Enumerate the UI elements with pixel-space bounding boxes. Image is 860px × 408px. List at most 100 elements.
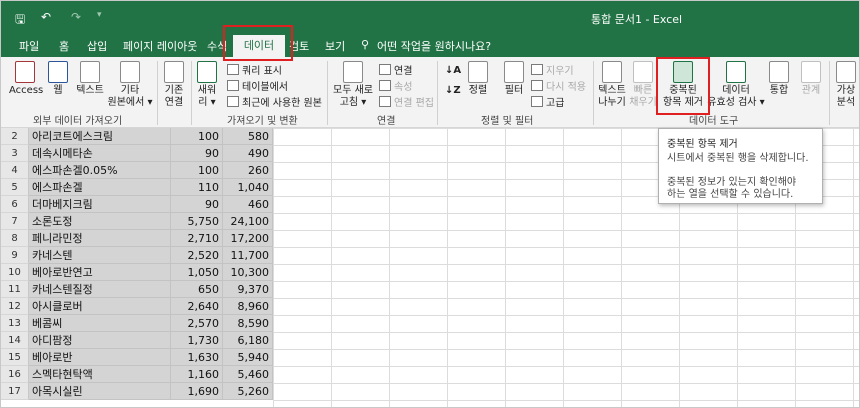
tell-me-box[interactable]: 어떤 작업을 원하시나요? — [377, 38, 491, 54]
existing-connections-button[interactable]: 기존 연결 — [159, 61, 189, 109]
tab-view[interactable]: 보기 — [325, 38, 345, 54]
undo-icon[interactable]: ↶ — [41, 10, 51, 24]
row-header[interactable]: 12 — [1, 298, 29, 315]
cell-product-name[interactable]: 아디팜정 — [29, 332, 171, 349]
cell-quantity[interactable]: 110 — [171, 179, 223, 196]
cell-amount[interactable]: 24,100 — [223, 213, 273, 230]
cell-product-name[interactable]: 아시클로버 — [29, 298, 171, 315]
row-header[interactable]: 5 — [1, 179, 29, 196]
advanced-button[interactable]: 고급 — [531, 94, 564, 109]
sort-desc-icon[interactable]: ↓Z — [445, 85, 461, 96]
cell-quantity[interactable]: 1,160 — [171, 366, 223, 383]
cell-product-name[interactable]: 에스파손겔 — [29, 179, 171, 196]
cell-product-name[interactable]: 카네스텐질정 — [29, 281, 171, 298]
cell-product-name[interactable]: 데속시메타손 — [29, 145, 171, 162]
cell-quantity[interactable]: 2,640 — [171, 298, 223, 315]
text-to-columns-button[interactable]: 텍스트 나누기 — [595, 61, 629, 109]
row-header[interactable]: 8 — [1, 230, 29, 247]
cell-amount[interactable]: 490 — [223, 145, 273, 162]
what-if-button[interactable]: 가상 분석 — [833, 61, 859, 109]
consolidate-button[interactable]: 통합 — [765, 61, 793, 97]
filter-button[interactable]: 필터 — [501, 61, 527, 97]
refresh-all-button[interactable]: 모두 새로 고침 ▾ — [331, 61, 375, 109]
row-header[interactable]: 14 — [1, 332, 29, 349]
cell-amount[interactable]: 580 — [223, 128, 273, 145]
tab-home[interactable]: 홈 — [59, 38, 69, 54]
cell-quantity[interactable]: 1,630 — [171, 349, 223, 366]
cell-amount[interactable]: 8,960 — [223, 298, 273, 315]
from-table-button[interactable]: 테이블에서 — [227, 78, 288, 93]
cell-quantity[interactable]: 2,520 — [171, 247, 223, 264]
cell-quantity[interactable]: 2,710 — [171, 230, 223, 247]
cell-quantity[interactable]: 1,690 — [171, 383, 223, 400]
clear-button[interactable]: 지우기 — [531, 62, 574, 77]
row-header[interactable]: 13 — [1, 315, 29, 332]
sort-asc-icon[interactable]: ↓A — [445, 65, 461, 76]
cell-amount[interactable]: 9,370 — [223, 281, 273, 298]
cell-amount[interactable]: 6,180 — [223, 332, 273, 349]
cell-quantity[interactable]: 100 — [171, 128, 223, 145]
cell-product-name[interactable]: 베아로반연고 — [29, 264, 171, 281]
recent-sources-button[interactable]: 최근에 사용한 원본 — [227, 94, 322, 109]
cell-quantity[interactable]: 5,750 — [171, 213, 223, 230]
cell-product-name[interactable]: 소론도정 — [29, 213, 171, 230]
tab-insert[interactable]: 삽입 — [87, 38, 107, 54]
flash-fill-button[interactable]: 빠른 채우기 — [629, 61, 657, 109]
cell-amount[interactable]: 460 — [223, 196, 273, 213]
cell-product-name[interactable]: 페니라민정 — [29, 230, 171, 247]
cell-quantity[interactable]: 90 — [171, 145, 223, 162]
connections-button[interactable]: 연결 — [379, 62, 412, 77]
row-header[interactable]: 2 — [1, 128, 29, 145]
customize-qat-icon[interactable]: ▾ — [97, 10, 102, 20]
cell-product-name[interactable]: 스멕타현탁액 — [29, 366, 171, 383]
row-header[interactable]: 15 — [1, 349, 29, 366]
row-header[interactable]: 17 — [1, 383, 29, 400]
tab-file[interactable]: 파일 — [19, 38, 39, 54]
cell-amount[interactable]: 260 — [223, 162, 273, 179]
cell-amount[interactable]: 5,940 — [223, 349, 273, 366]
text-button[interactable]: 텍스트 — [73, 61, 107, 97]
relationships-button[interactable]: 관계 — [797, 61, 825, 97]
cell-quantity[interactable]: 100 — [171, 162, 223, 179]
row-header[interactable]: 7 — [1, 213, 29, 230]
cell-amount[interactable]: 17,200 — [223, 230, 273, 247]
reapply-button[interactable]: 다시 적용 — [531, 78, 586, 93]
row-header[interactable]: 10 — [1, 264, 29, 281]
data-validation-button[interactable]: 데이터 유효성 검사 ▾ — [707, 61, 765, 109]
cell-quantity[interactable]: 1,050 — [171, 264, 223, 281]
cell-amount[interactable]: 5,260 — [223, 383, 273, 400]
row-header[interactable]: 11 — [1, 281, 29, 298]
row-header[interactable]: 6 — [1, 196, 29, 213]
cell-product-name[interactable]: 베아로반 — [29, 349, 171, 366]
row-header[interactable]: 16 — [1, 366, 29, 383]
row-header[interactable]: 9 — [1, 247, 29, 264]
cell-quantity[interactable]: 2,570 — [171, 315, 223, 332]
show-queries-button[interactable]: 쿼리 표시 — [227, 62, 282, 77]
cell-product-name[interactable]: 카네스텐 — [29, 247, 171, 264]
save-icon[interactable]: 🖫 — [15, 10, 25, 31]
tab-page-layout[interactable]: 페이지 레이아웃 — [123, 38, 197, 54]
cell-quantity[interactable]: 90 — [171, 196, 223, 213]
cell-amount[interactable]: 11,700 — [223, 247, 273, 264]
cell-amount[interactable]: 10,300 — [223, 264, 273, 281]
cell-product-name[interactable]: 더마베지크림 — [29, 196, 171, 213]
cell-product-name[interactable]: 아목시실린 — [29, 383, 171, 400]
row-header[interactable]: 4 — [1, 162, 29, 179]
cell-amount[interactable]: 8,590 — [223, 315, 273, 332]
access-button[interactable]: Access — [9, 61, 43, 97]
cell-product-name[interactable]: 아리코트에스크림 — [29, 128, 171, 145]
cell-quantity[interactable]: 1,730 — [171, 332, 223, 349]
cell-amount[interactable]: 1,040 — [223, 179, 273, 196]
row-header[interactable]: 3 — [1, 145, 29, 162]
sort-button[interactable]: 정렬 — [465, 61, 491, 97]
web-button[interactable]: 웹 — [45, 61, 71, 97]
other-sources-button[interactable]: 기타 원본에서 ▾ — [105, 61, 155, 109]
new-query-button[interactable]: 새워 리 ▾ — [193, 61, 221, 109]
properties-button[interactable]: 속성 — [379, 78, 412, 93]
cell-product-name[interactable]: 베콤씨 — [29, 315, 171, 332]
cell-quantity[interactable]: 650 — [171, 281, 223, 298]
cell-product-name[interactable]: 에스파손겔0.05% — [29, 162, 171, 179]
redo-icon[interactable]: ↷ — [71, 10, 81, 24]
edit-links-button[interactable]: 연결 편집 — [379, 94, 434, 109]
cell-amount[interactable]: 5,460 — [223, 366, 273, 383]
